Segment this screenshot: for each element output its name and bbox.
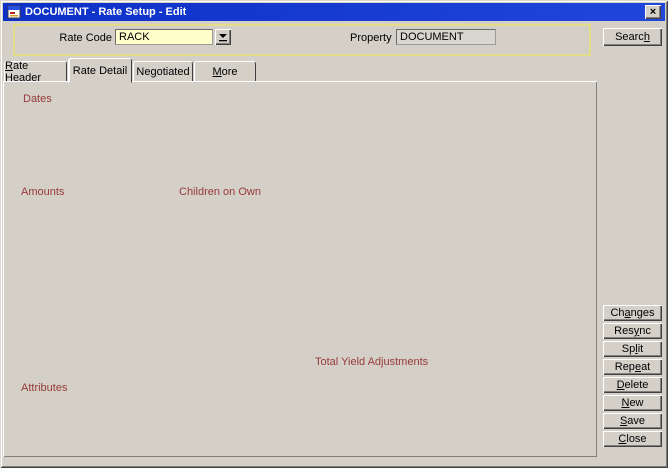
search-button-label: Search [615, 31, 650, 43]
delete-button-label: Delete [617, 379, 649, 391]
property-label: Property [350, 32, 392, 45]
rate-code-label: Rate Code [28, 32, 112, 45]
yield-group-label: Total Yield Adjustments [312, 357, 431, 368]
resync-button[interactable]: Resync [603, 323, 662, 339]
repeat-button-label: Repeat [615, 361, 651, 373]
repeat-button[interactable]: Repeat [603, 359, 662, 375]
dropdown-arrow-icon [219, 33, 228, 42]
tab-more-label: More [212, 66, 237, 78]
window-title: DOCUMENT - Rate Setup - Edit [25, 6, 186, 18]
split-button[interactable]: Split [603, 341, 662, 357]
new-button[interactable]: New [603, 395, 662, 411]
save-button-label: Save [620, 415, 645, 427]
title-bar: DOCUMENT - Rate Setup - Edit × [3, 3, 665, 21]
delete-button[interactable]: Delete [603, 377, 662, 393]
tab-rate-header-label: Rate Header [5, 60, 66, 84]
amounts-group-label: Amounts [18, 187, 67, 198]
tab-negotiated-label: Negotiated [136, 66, 189, 78]
split-button-label: Split [622, 343, 643, 355]
close-button-bottom[interactable]: Close [603, 431, 662, 447]
app-icon [7, 5, 21, 19]
tab-rate-detail[interactable]: Rate Detail [68, 58, 132, 83]
tab-negotiated[interactable]: Negotiated [133, 61, 193, 82]
tab-rate-header[interactable]: Rate Header [4, 61, 67, 82]
action-button-column: Changes Resync Split Repeat Delete New S… [603, 305, 662, 447]
rate-code-input[interactable] [115, 29, 213, 45]
save-button[interactable]: Save [603, 413, 662, 429]
rate-detail-panel [3, 81, 597, 457]
search-button[interactable]: Search [603, 28, 662, 46]
close-icon: × [650, 7, 656, 17]
dates-group-label: Dates [20, 94, 55, 105]
close-button[interactable]: × [645, 5, 661, 19]
resync-button-label: Resync [614, 325, 651, 337]
attributes-group-label: Attributes [18, 383, 70, 394]
changes-button[interactable]: Changes [603, 305, 662, 321]
rate-setup-window: DOCUMENT - Rate Setup - Edit × Rate Code… [0, 0, 668, 468]
tab-rate-detail-label: Rate Detail [73, 65, 127, 77]
new-button-label: New [621, 397, 643, 409]
rate-code-dropdown-button[interactable] [215, 29, 231, 45]
property-field [396, 29, 496, 45]
tab-more[interactable]: More [194, 61, 256, 82]
changes-button-label: Changes [610, 307, 654, 319]
children-group-label: Children on Own [176, 187, 264, 198]
close-button-label: Close [618, 433, 646, 445]
